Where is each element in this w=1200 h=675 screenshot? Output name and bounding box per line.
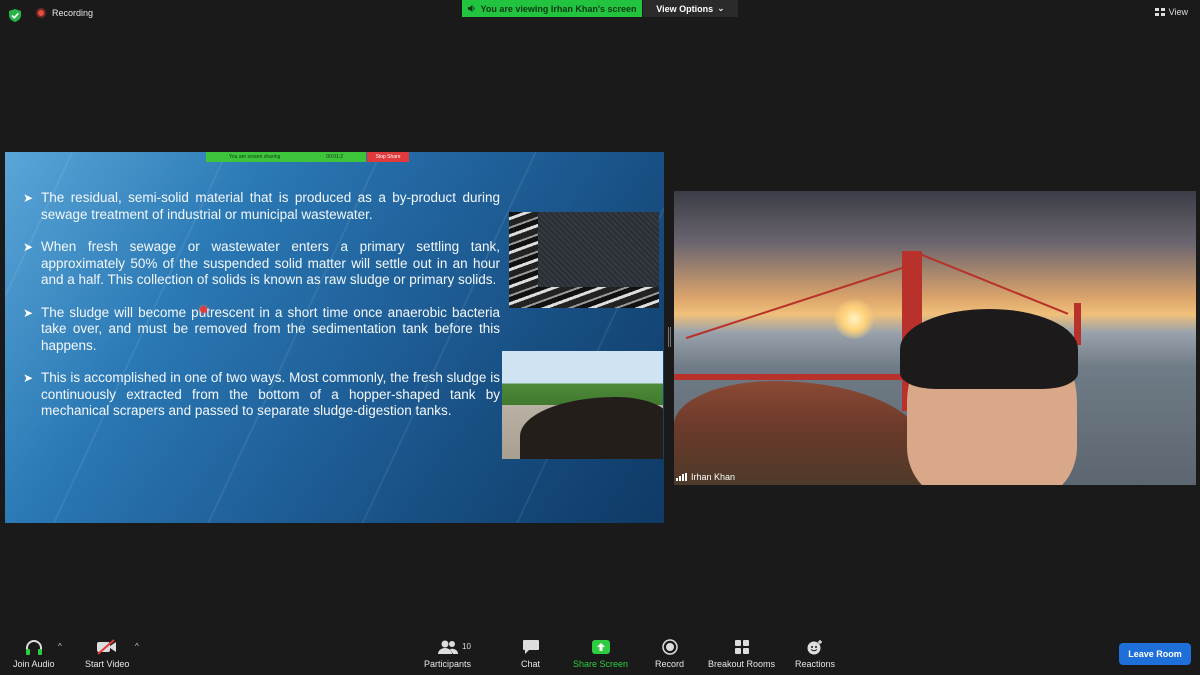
share-timer: 00:01:2 [326,154,343,160]
bullet-text: The sludge will become putrescent in a s… [41,304,500,353]
recording-indicator[interactable]: Recording [36,8,93,18]
slide-bullet-list: ➤ The residual, semi-solid material that… [23,190,500,436]
leave-room-label: Leave Room [1128,649,1182,659]
chat-bubble-icon [522,638,540,656]
bullet-text: This is accomplished in one of two ways.… [41,370,500,418]
sludge-pile-image [502,351,663,459]
join-audio-label: Join Audio [13,659,55,669]
share-screen-button[interactable]: Share Screen [573,638,628,669]
image-overlay-pattern [538,212,659,287]
share-screen-icon [591,638,611,656]
record-button[interactable]: Record [655,638,684,669]
view-label: View [1168,7,1188,17]
reactions-button[interactable]: Reactions [795,638,835,669]
view-button[interactable]: View [1154,7,1188,17]
record-label: Record [655,659,685,669]
share-screen-label: Share Screen [573,659,629,669]
shared-screen[interactable]: You are screen sharing 00:01:2 Stop Shar… [5,152,664,523]
stop-share-label: Stop Share [375,154,401,160]
chevron-down-icon: ⌄ [717,3,725,13]
participants-icon [437,638,459,656]
gallery-view-icon [1154,8,1165,16]
headphones-icon [24,638,44,656]
screen-sharing-bar: You are screen sharing 00:01:2 [206,152,366,162]
slide-bullet: ➤ When fresh sewage or wastewater enters… [23,239,500,289]
chat-button[interactable]: Chat [521,638,540,669]
bridge-cable [919,253,1069,315]
resize-handle[interactable] [668,327,671,347]
bridge-cable [685,263,915,340]
share-bar-label: You are screen sharing [229,154,281,160]
join-audio-button[interactable]: Join Audio [13,638,55,669]
recording-label: Recording [52,8,94,18]
cliff [674,381,924,485]
chat-label: Chat [521,659,541,669]
laser-pointer-icon [200,306,207,313]
leave-room-button[interactable]: Leave Room [1119,643,1191,665]
breakout-rooms-label: Breakout Rooms [708,659,776,669]
signal-bars-icon [676,473,687,481]
participant-name-tag: Irhan Khan [676,472,735,482]
viewing-screen-banner: You are viewing Irhan Khan's screen [462,0,642,17]
top-bar: Recording You are viewing Irhan Khan's s… [0,0,1200,30]
recording-dot-icon [36,8,46,18]
viewing-label: You are viewing Irhan Khan's screen [480,3,637,14]
arrow-bullet-icon: ➤ [23,191,34,205]
security-shield-icon[interactable] [9,9,21,22]
participants-count: 10 [462,642,471,651]
speaker-icon [468,4,476,13]
arrow-bullet-icon: ➤ [23,371,34,385]
view-options-label: View Options [656,3,714,14]
participant-video[interactable] [674,191,1196,485]
reaction-smiley-icon [806,638,824,656]
audio-options-caret-icon[interactable]: ^ [58,642,62,651]
slide-bullet: ➤ This is accomplished in one of two way… [23,370,500,420]
breakout-rooms-button[interactable]: Breakout Rooms [708,638,775,669]
sun [834,299,874,339]
arrow-bullet-icon: ➤ [23,240,34,254]
reactions-label: Reactions [795,659,836,669]
participant-hair [900,309,1078,389]
arrow-bullet-icon: ➤ [23,305,34,320]
bullet-text: The residual, semi-solid material that i… [41,190,500,222]
bullet-text: When fresh sewage or wastewater enters a… [41,239,500,287]
breakout-rooms-icon [734,638,750,656]
slide-bullet: ➤ The residual, semi-solid material that… [23,190,500,223]
start-video-button[interactable]: Start Video [85,638,129,669]
video-options-caret-icon[interactable]: ^ [135,642,139,651]
view-options-button[interactable]: View Options ⌄ [643,0,738,17]
participant-name: Irhan Khan [691,472,736,482]
bridge-deck [674,374,914,380]
video-off-icon [96,638,118,656]
participants-label: Participants [424,659,472,669]
record-icon [661,638,678,656]
start-video-label: Start Video [85,659,130,669]
slide-bullet: ➤ The sludge will become putrescent in a… [23,305,500,355]
sludge-pile [520,397,663,459]
stop-share-button[interactable]: Stop Share [367,152,409,162]
meeting-toolbar: Join Audio ^ Start Video ^ Participants … [0,630,1200,675]
